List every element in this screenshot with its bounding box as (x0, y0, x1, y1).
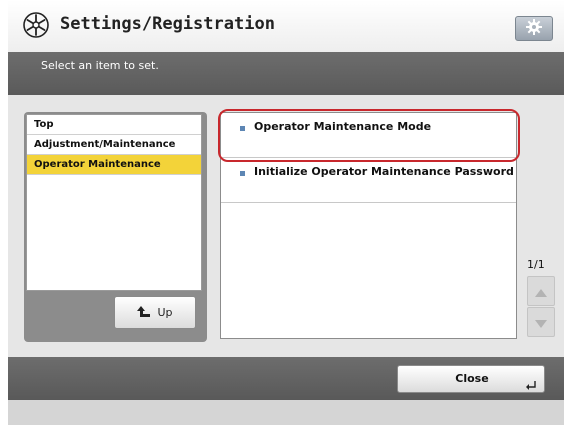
tree-item-top[interactable]: Top (27, 115, 201, 135)
navigation-panel: Top Adjustment/Maintenance Operator Main… (24, 112, 207, 342)
status-strip (8, 400, 564, 425)
breadcrumb-tree: Top Adjustment/Maintenance Operator Main… (26, 114, 202, 291)
item-list: Operator Maintenance Mode Initialize Ope… (220, 112, 517, 339)
page-indicator: 1/1 (527, 258, 545, 271)
screen-frame: Settings/Registration Select an item to … (8, 0, 564, 425)
close-button-label: Close (455, 372, 489, 385)
list-item-operator-maintenance-mode[interactable]: Operator Maintenance Mode (221, 113, 516, 158)
tree-item-adjustment-maintenance[interactable]: Adjustment/Maintenance (27, 135, 201, 155)
up-button-label: Up (157, 306, 173, 319)
triangle-down-icon (535, 313, 547, 332)
close-button[interactable]: Close (397, 365, 545, 393)
scroll-down-button[interactable] (527, 307, 555, 337)
enter-icon (526, 376, 537, 395)
title-bar: Settings/Registration (8, 0, 564, 53)
list-item-initialize-password[interactable]: Initialize Operator Maintenance Password (221, 158, 516, 203)
instruction-text: Select an item to set. (41, 59, 159, 72)
gear-icon (525, 18, 543, 40)
up-arrow-icon (137, 305, 151, 321)
bullet-icon (240, 126, 245, 131)
page-title: Settings/Registration (60, 14, 275, 34)
message-bar: Select an item to set. (8, 52, 564, 95)
settings-star-icon (21, 10, 51, 40)
tree-item-operator-maintenance[interactable]: Operator Maintenance (27, 155, 201, 175)
up-button[interactable]: Up (114, 296, 196, 329)
scroll-up-button[interactable] (527, 276, 555, 306)
list-item-label: Operator Maintenance Mode (254, 120, 432, 133)
list-item-label: Initialize Operator Maintenance Password (254, 165, 514, 178)
triangle-up-icon (535, 282, 547, 301)
main-content: Top Adjustment/Maintenance Operator Main… (8, 95, 564, 357)
settings-gear-button[interactable] (515, 16, 553, 41)
bullet-icon (240, 171, 245, 176)
bottom-bar: Close (8, 357, 564, 400)
